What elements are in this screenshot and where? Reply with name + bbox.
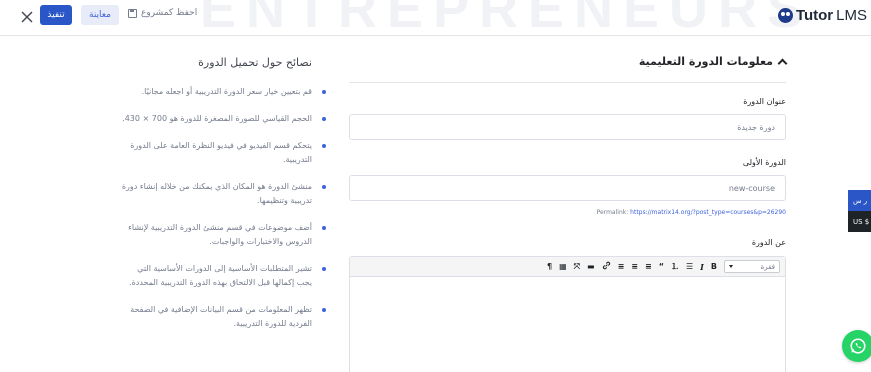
about-course-label: عن الدورة <box>751 238 786 247</box>
tip-item: قم بتعيين خيار سعر الدورة التدريبية أو ا… <box>120 85 330 99</box>
align-left-icon[interactable]: ≡ <box>645 262 652 272</box>
tip-item: أضف موضوعات في قسم منشئ الدورة التدريبية… <box>120 221 330 249</box>
tip-item: منشئ الدورة هو المكان الذي يمكنك من خلال… <box>120 180 330 208</box>
fullscreen-icon[interactable]: ⤧ <box>574 262 580 272</box>
logo-text-tutor: Tutor <box>795 7 834 24</box>
align-right-icon[interactable]: ≡ <box>618 262 625 272</box>
logo-text-lms: LMS <box>836 7 867 24</box>
preview-button[interactable]: معاينة <box>81 5 119 25</box>
editor-toolbar: ¶ ▦ ⤧ ▬ ≡ ≡ ≡ “ ⒈ ☰ I B فقرة <box>350 257 785 277</box>
chevron-up-icon <box>777 58 788 69</box>
tips-title: نصائح حول تحميل الدورة <box>198 56 312 69</box>
course-upload-tips: نصائح حول تحميل الدورة قم بتعيين خيار سع… <box>120 56 330 344</box>
permalink-link[interactable]: https://matrix14.org/?post_type=courses&… <box>630 209 786 216</box>
course-slug-label: الدورة الأولى <box>742 158 786 167</box>
save-icon <box>128 8 137 18</box>
toolbar-toggle-icon[interactable]: ▦ <box>559 262 567 272</box>
bullet-list-icon[interactable]: ☰ <box>686 262 693 272</box>
watermark: ENTREPRENEURS <box>200 0 814 39</box>
tip-item: تظهر المعلومات من قسم البيانات الإضافية … <box>120 303 330 331</box>
whatsapp-chat-button[interactable] <box>842 330 871 362</box>
close-button[interactable] <box>17 7 37 27</box>
tutor-lms-logo: Tutor LMS <box>777 7 867 24</box>
bold-icon[interactable]: B <box>711 262 717 272</box>
paragraph-mark-icon[interactable]: ¶ <box>547 262 552 272</box>
numbered-list-icon[interactable]: ⒈ <box>671 262 679 272</box>
top-bar: ENTREPRENEURS تنفيذ معاينة احفظ كمشروع T… <box>0 0 871 39</box>
course-title-input[interactable]: دورة جديدة <box>349 114 786 140</box>
blockquote-icon[interactable]: “ <box>659 262 664 272</box>
whatsapp-icon <box>850 338 866 354</box>
currency-tab-sar[interactable]: ر س <box>848 190 871 211</box>
chevron-down-icon <box>729 265 733 268</box>
tip-item: تشير المتطلبات الأساسية إلى الدورات الأس… <box>120 262 330 290</box>
close-icon <box>21 11 33 23</box>
save-draft-button[interactable]: احفظ كمشروع <box>128 8 197 18</box>
tutor-logo-icon <box>777 8 793 23</box>
section-title: معلومات الدورة التعليمية <box>638 55 773 68</box>
course-info-section-header[interactable]: معلومات الدورة التعليمية <box>349 55 788 83</box>
format-select-value: فقرة <box>760 262 775 271</box>
tip-item: يتحكم قسم الفيديو في فيديو النظرة العامة… <box>120 139 330 167</box>
italic-icon[interactable]: I <box>700 262 704 272</box>
permalink: Permalink: https://matrix14.org/?post_ty… <box>597 209 786 216</box>
read-more-icon[interactable]: ▬ <box>587 262 595 272</box>
permalink-label: Permalink: <box>596 209 629 216</box>
tip-item: الحجم القياسي للصورة المصغرة للدورة هو 7… <box>120 112 330 126</box>
currency-tab-usd[interactable]: US $ <box>848 211 871 232</box>
course-title-label: عنوان الدورة <box>743 97 786 106</box>
link-icon[interactable] <box>602 261 611 273</box>
course-slug-input[interactable]: new-course <box>349 175 786 201</box>
course-description-editor[interactable]: ¶ ▦ ⤧ ▬ ≡ ≡ ≡ “ ⒈ ☰ I B فقرة <box>349 256 786 372</box>
align-center-icon[interactable]: ≡ <box>631 262 638 272</box>
save-draft-label: احفظ كمشروع <box>141 8 198 18</box>
publish-button[interactable]: تنفيذ <box>40 5 72 25</box>
format-select[interactable]: فقرة <box>724 260 780 273</box>
